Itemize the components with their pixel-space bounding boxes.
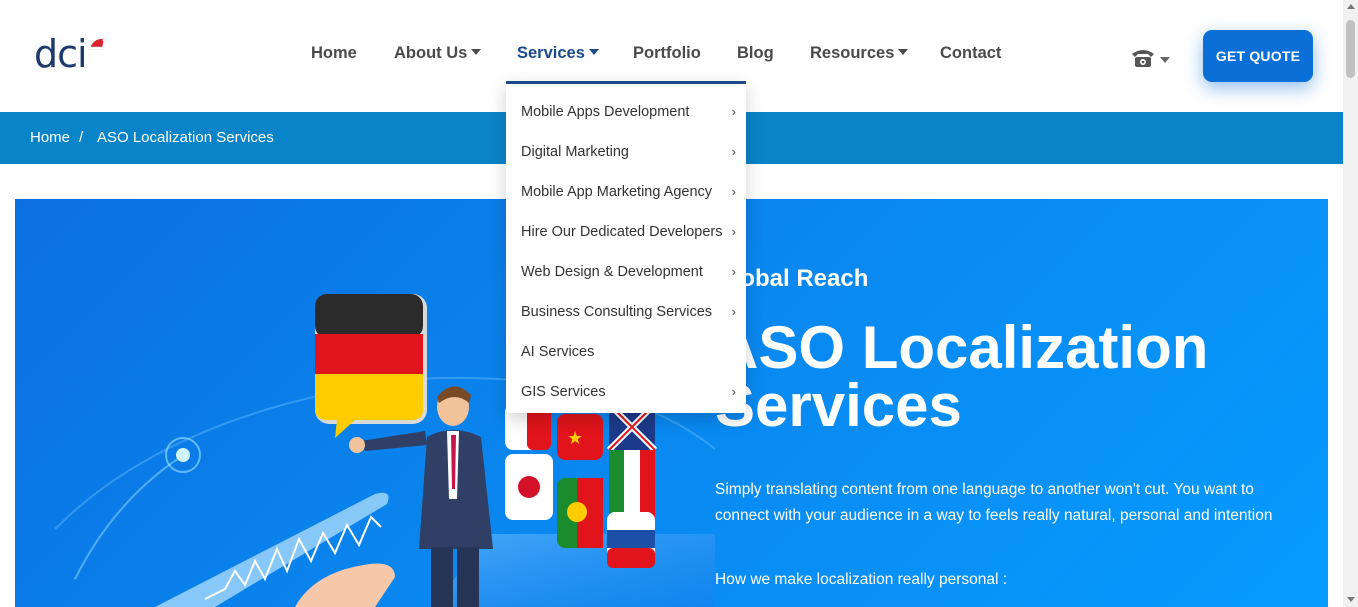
nav-home[interactable]: Home (311, 44, 357, 63)
menu-item-label: Business Consulting Services (521, 304, 713, 320)
breadcrumb-current: ASO Localization Services (97, 129, 274, 146)
nav-home-label: Home (311, 44, 357, 62)
nav-contact-label: Contact (940, 44, 1002, 62)
caret-down-icon (588, 49, 599, 55)
nav-portfolio-label: Portfolio (633, 44, 701, 62)
get-quote-button[interactable]: GET QUOTE (1203, 30, 1313, 82)
hero-description: Simply translating content from one lang… (715, 481, 1273, 524)
menu-item-label: Web Design & Development (521, 264, 703, 280)
scroll-up-arrow-icon[interactable] (1347, 4, 1355, 9)
chevron-right-icon: › (731, 144, 736, 159)
nav-portfolio[interactable]: Portfolio (633, 44, 701, 63)
menu-item-hire-dedicated-developers[interactable]: Hire Our Dedicated Developers › (506, 212, 746, 252)
svg-text:★: ★ (567, 428, 583, 449)
caret-down-icon (898, 49, 909, 55)
chevron-right-icon: › (731, 104, 736, 119)
menu-item-business-consulting-services[interactable]: Business Consulting Services › (506, 292, 746, 332)
nav-about-us[interactable]: About Us (394, 44, 482, 63)
nav-blog[interactable]: Blog (737, 44, 774, 63)
telephone-icon (1132, 50, 1154, 67)
menu-item-label: Digital Marketing (521, 144, 629, 160)
nav-contact[interactable]: Contact (940, 44, 1001, 63)
menu-item-label: GIS Services (521, 384, 606, 400)
menu-item-label: Mobile Apps Development (521, 104, 690, 120)
chevron-right-icon: › (731, 304, 736, 319)
scroll-down-arrow-icon[interactable] (1347, 597, 1355, 602)
menu-item-mobile-apps-development[interactable]: Mobile Apps Development › (506, 92, 746, 132)
caret-down-icon (471, 49, 482, 55)
nav-services[interactable]: Services (517, 44, 599, 63)
menu-item-label: Hire Our Dedicated Developers (521, 224, 723, 240)
menu-item-ai-services[interactable]: AI Services (506, 332, 746, 372)
breadcrumb-separator: / (79, 129, 84, 146)
scrollbar-thumb[interactable] (1346, 20, 1355, 78)
nav-services-label: Services (517, 44, 585, 62)
page-scrollbar[interactable] (1343, 0, 1358, 607)
phone-dropdown[interactable] (1130, 46, 1172, 70)
nav-resources-label: Resources (810, 44, 895, 62)
menu-item-gis-services[interactable]: GIS Services › (506, 372, 746, 412)
menu-item-mobile-app-marketing-agency[interactable]: Mobile App Marketing Agency › (506, 172, 746, 212)
caret-down-icon (1160, 57, 1170, 63)
menu-item-web-design-development[interactable]: Web Design & Development › (506, 252, 746, 292)
chevron-right-icon: › (731, 184, 736, 199)
chevron-right-icon: › (731, 384, 736, 399)
menu-item-label: Mobile App Marketing Agency (521, 184, 713, 200)
chevron-right-icon: › (731, 224, 736, 239)
nav-blog-label: Blog (737, 44, 774, 62)
hero-title: ASO Localization Services (715, 314, 1209, 439)
breadcrumb-home-link[interactable]: Home (30, 129, 70, 146)
nav-about-label: About Us (394, 44, 468, 62)
menu-item-label: AI Services (521, 344, 595, 360)
services-dropdown-menu: Mobile Apps Development › Digital Marketi… (506, 81, 746, 413)
hero-subheading: How we make localization really personal… (715, 571, 1008, 588)
chevron-right-icon: › (731, 264, 736, 279)
nav-resources[interactable]: Resources (810, 44, 909, 63)
menu-item-digital-marketing[interactable]: Digital Marketing › (506, 132, 746, 172)
